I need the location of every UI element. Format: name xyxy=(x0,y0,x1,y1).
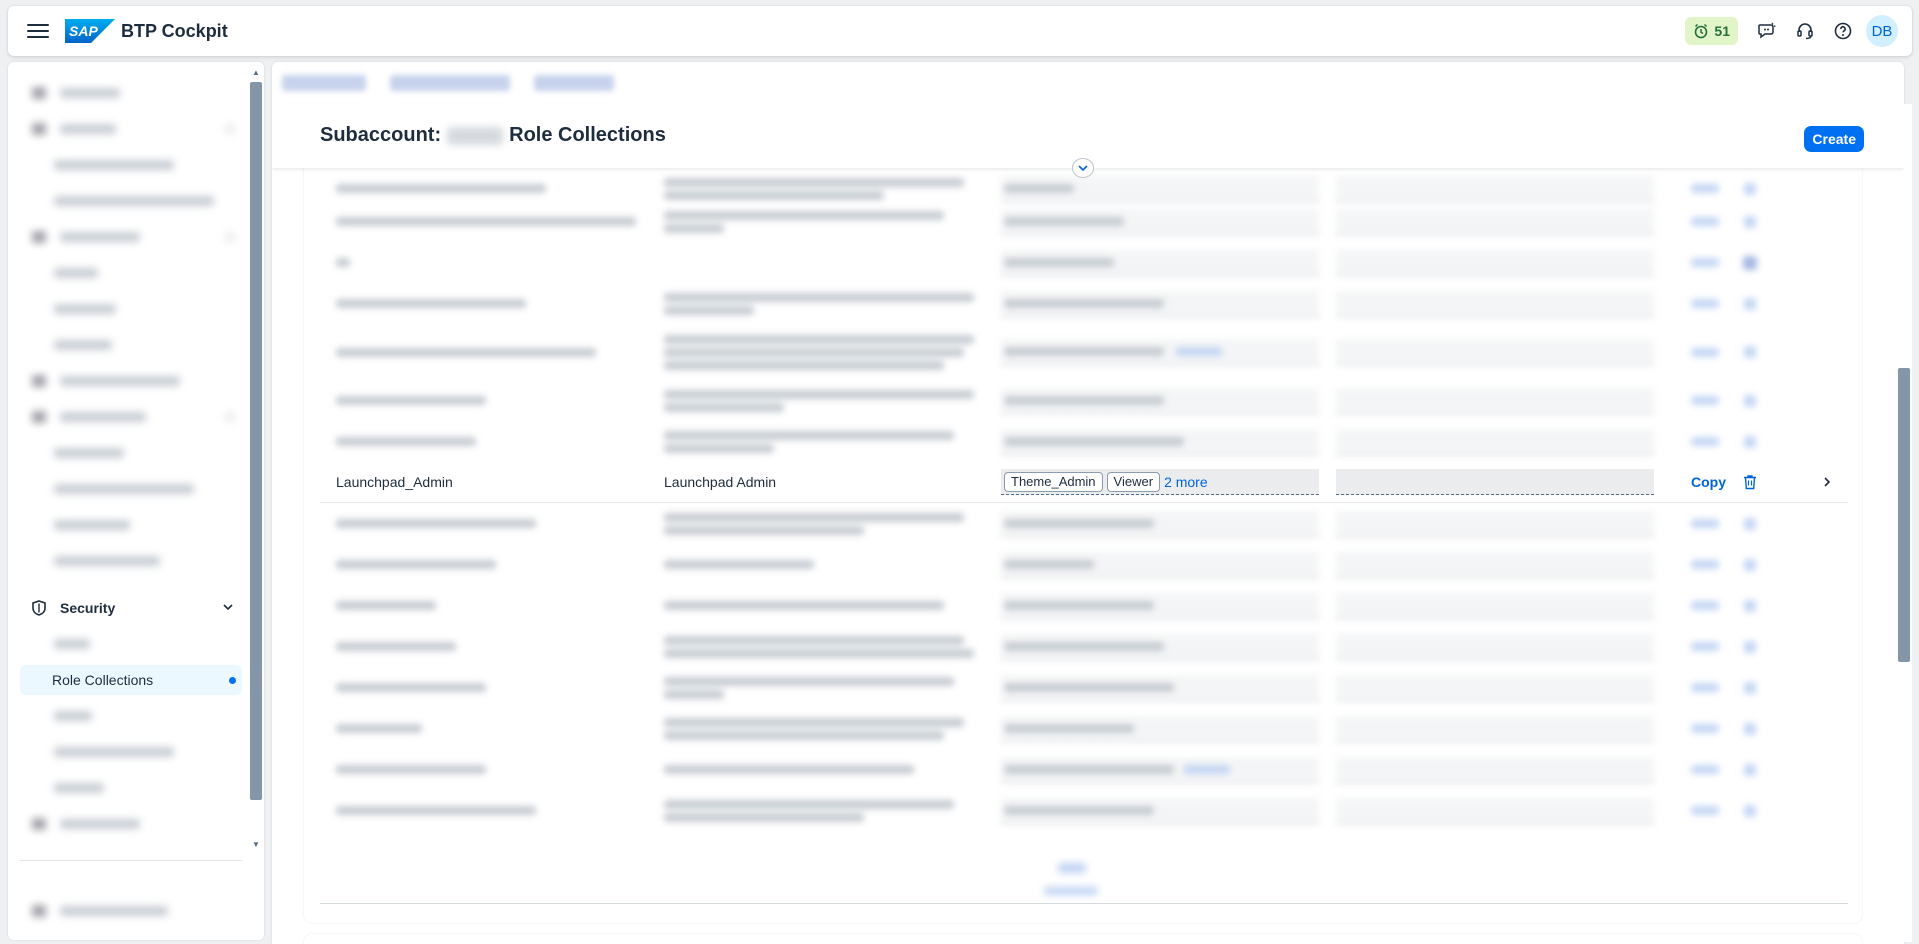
services-icon xyxy=(30,120,48,138)
role-collections-card: Launchpad_Admin Launchpad Admin Theme_Ad… xyxy=(304,168,1862,923)
collapse-header-button[interactable] xyxy=(1072,158,1094,178)
delete-icon[interactable] xyxy=(1740,472,1760,492)
notification-button[interactable]: 51 xyxy=(1685,17,1738,45)
sidebar-item-quota-plans[interactable] xyxy=(20,294,242,324)
connectivity-icon xyxy=(30,408,48,426)
table-row[interactable] xyxy=(320,201,1848,242)
table-row[interactable] xyxy=(320,790,1848,831)
chevron-down-icon xyxy=(1078,165,1088,172)
sidebar-item-label: Security xyxy=(60,600,116,616)
sidebar-item-roles[interactable] xyxy=(20,701,242,731)
legal-icon xyxy=(30,902,48,920)
sidebar-item-entitlements[interactable] xyxy=(20,809,242,839)
sidebar-item-cloud-connectors[interactable] xyxy=(20,510,242,540)
menu-icon[interactable] xyxy=(27,22,49,40)
sidebar-item-destination-certificates[interactable] xyxy=(20,474,242,504)
table-row-launchpad-admin[interactable]: Launchpad_Admin Launchpad Admin Theme_Ad… xyxy=(320,462,1848,503)
main-content: Subaccount: Role Collections Create Laun… xyxy=(272,62,1904,944)
create-button[interactable]: Create xyxy=(1804,126,1864,152)
sidebar-item-role-collections[interactable]: Role Collections xyxy=(20,665,242,695)
entitlements-icon xyxy=(30,815,48,833)
role-collections-table: Launchpad_Admin Launchpad Admin Theme_Ad… xyxy=(320,168,1848,896)
chevron-down-icon xyxy=(222,600,234,616)
table-row[interactable] xyxy=(320,283,1848,324)
role-collection-description: Launchpad Admin xyxy=(664,474,777,490)
sidebar-item-destinations[interactable] xyxy=(20,438,242,468)
main-scrollbar-thumb[interactable] xyxy=(1898,368,1910,662)
support-icon[interactable] xyxy=(1786,12,1824,50)
sidebar-item-label: Role Collections xyxy=(52,672,154,688)
next-section-card xyxy=(304,934,1862,944)
sidebar-item-cloud-connector-details[interactable] xyxy=(20,546,242,576)
sidebar-item-cloud-foundry[interactable] xyxy=(20,222,242,252)
sidebar-scrollbar-thumb[interactable] xyxy=(250,82,262,800)
shield-icon xyxy=(30,599,48,617)
table-row[interactable] xyxy=(320,544,1848,585)
table-row[interactable] xyxy=(320,503,1848,544)
sap-logo[interactable]: SAP xyxy=(65,19,115,43)
sidebar-item-security[interactable]: Security xyxy=(20,593,242,623)
table-row[interactable] xyxy=(320,380,1848,421)
sidebar-item-trust-configuration[interactable] xyxy=(20,737,242,767)
product-title: BTP Cockpit xyxy=(121,20,228,41)
cloud-icon xyxy=(30,228,48,246)
subaccount-name-masked xyxy=(447,126,504,145)
scroll-down-icon[interactable]: ▼ xyxy=(250,838,262,850)
sidebar-item-service-marketplace[interactable] xyxy=(20,150,242,180)
html5-icon xyxy=(30,372,48,390)
table-row[interactable] xyxy=(320,667,1848,708)
shell-actions: 51 DB xyxy=(1685,12,1898,50)
table-divider xyxy=(320,903,1848,904)
notification-count: 51 xyxy=(1714,23,1730,39)
main-scrollbar[interactable]: ▲ xyxy=(1894,104,1912,942)
table-row[interactable] xyxy=(320,626,1848,667)
breadcrumb xyxy=(282,72,614,94)
role-token[interactable]: Viewer xyxy=(1106,471,1161,492)
role-collection-name: Launchpad_Admin xyxy=(336,474,453,490)
copy-button[interactable]: Copy xyxy=(1691,474,1726,490)
table-row[interactable] xyxy=(320,421,1848,462)
page-title-suffix: Role Collections xyxy=(509,124,666,146)
sidebar-scrollbar[interactable]: ▲ ▼ xyxy=(248,62,264,940)
table-row[interactable] xyxy=(320,242,1848,283)
roles-tokenizer[interactable]: Theme_Admin Viewer 2 more xyxy=(1001,469,1319,495)
side-navigation: Security Role Collections ▲ ▼ xyxy=(8,62,264,940)
sidebar-item-settings[interactable] xyxy=(20,773,242,803)
feedback-icon[interactable] xyxy=(1748,12,1786,50)
selected-indicator-icon xyxy=(229,676,236,684)
table-row[interactable] xyxy=(320,585,1848,626)
sidebar-item-connectivity[interactable] xyxy=(20,402,242,432)
table-row[interactable] xyxy=(320,324,1848,380)
sidebar-item-html5-applications[interactable] xyxy=(20,366,242,396)
side-navigation-list: Security Role Collections xyxy=(8,62,248,940)
breadcrumb-item[interactable] xyxy=(534,75,614,91)
sidebar-item-legal-information[interactable] xyxy=(20,896,242,926)
role-token[interactable]: Theme_Admin xyxy=(1004,471,1103,492)
sidebar-item-overview[interactable] xyxy=(20,78,242,108)
breadcrumb-item[interactable] xyxy=(282,75,366,91)
breadcrumb-item[interactable] xyxy=(390,75,510,91)
page-title: Subaccount: Role Collections xyxy=(320,124,666,147)
chevron-right-icon[interactable] xyxy=(1820,475,1834,489)
alarm-icon xyxy=(1695,23,1708,39)
sidebar-item-services[interactable] xyxy=(20,114,242,144)
shell-bar: SAP BTP Cockpit 51 DB xyxy=(8,6,1912,56)
table-row[interactable] xyxy=(320,708,1848,749)
sidebar-item-instances-subscriptions[interactable] xyxy=(20,186,242,216)
more-roles-link[interactable]: 2 more xyxy=(1164,474,1208,490)
sap-logo-text: SAP xyxy=(69,23,98,39)
table-row[interactable] xyxy=(320,749,1848,790)
users-tokenizer[interactable] xyxy=(1336,469,1654,495)
help-icon[interactable] xyxy=(1824,12,1862,50)
sidebar-divider xyxy=(20,860,242,861)
page-title-prefix: Subaccount: xyxy=(320,124,442,146)
pagination[interactable] xyxy=(1044,863,1098,895)
avatar[interactable]: DB xyxy=(1866,15,1898,47)
scroll-up-icon[interactable]: ▲ xyxy=(250,66,262,78)
sidebar-item-spaces[interactable] xyxy=(20,258,242,288)
sidebar-item-quota-usage[interactable] xyxy=(20,330,242,360)
sidebar-item-users[interactable] xyxy=(20,629,242,659)
overview-icon xyxy=(30,84,48,102)
